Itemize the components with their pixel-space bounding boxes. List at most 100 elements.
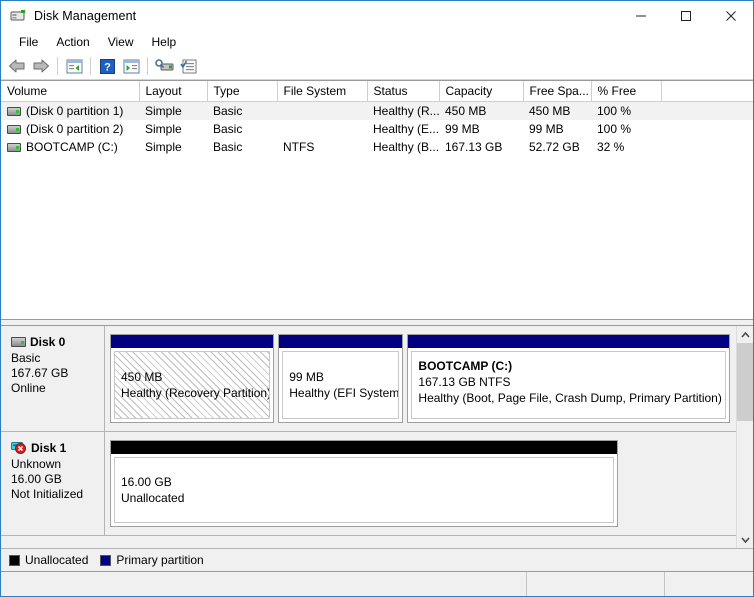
partition-unallocated-bar (111, 441, 617, 454)
disk-info-disk-0[interactable]: Disk 0 Basic 167.67 GB Online (1, 326, 105, 431)
cell-free-space: 52.72 GB (529, 140, 580, 154)
volume-drive-icon (7, 106, 21, 116)
toolbar: ? (1, 53, 753, 80)
disk-0-type: Basic (11, 351, 41, 365)
partition-recovery[interactable]: 450 MB Healthy (Recovery Partition) (110, 334, 275, 423)
minimize-button[interactable] (618, 1, 663, 31)
volume-list-pane[interactable]: Volume Layout Type File System Status Ca… (1, 80, 753, 319)
cell-file-system (277, 101, 367, 120)
disk-online-icon (11, 337, 26, 347)
column-header-filler[interactable] (661, 81, 753, 102)
menu-help[interactable]: Help (143, 33, 186, 52)
partition-efi-bar (279, 335, 403, 348)
cell-layout: Simple (139, 101, 207, 120)
back-button[interactable] (5, 55, 29, 77)
rescan-disks-button[interactable] (152, 55, 176, 77)
column-header-free-space[interactable]: Free Spa... (523, 81, 592, 102)
partition-efi-size: 99 MB (289, 370, 324, 384)
column-header-status[interactable]: Status (367, 81, 440, 102)
cell-percent-free: 100 % (591, 101, 661, 120)
volume-drive-icon (7, 124, 21, 134)
table-row[interactable]: (Disk 0 partition 1) Simple Basic Health… (1, 101, 753, 120)
partition-unallocated[interactable]: 16.00 GB Unallocated (110, 440, 618, 527)
disk-0-name: Disk 0 (30, 335, 66, 349)
cell-filler (661, 138, 753, 156)
maximize-button[interactable] (663, 1, 708, 31)
volume-table: Volume Layout Type File System Status Ca… (1, 81, 753, 156)
graphical-disk-pane: Disk 0 Basic 167.67 GB Online 450 MB Hea… (1, 326, 753, 571)
cell-layout: Simple (145, 122, 182, 136)
partition-bootcamp-label: BOOTCAMP (C:) (418, 359, 513, 373)
properties-button[interactable] (176, 55, 200, 77)
legend: Unallocated Primary partition (1, 548, 753, 571)
cell-file-system (277, 120, 367, 138)
disk-0-title: Disk 0 (11, 335, 104, 349)
column-header-type[interactable]: Type (207, 81, 278, 102)
cell-volume: (Disk 0 partition 2) (1, 120, 139, 138)
cell-volume: (Disk 0 partition 1) (1, 101, 139, 120)
disk-0-partitions: 450 MB Healthy (Recovery Partition) 99 M… (105, 326, 736, 431)
column-header-percent-free[interactable]: % Free (591, 81, 662, 102)
legend-item-primary-partition: Primary partition (100, 553, 204, 567)
scrollbar-track[interactable] (737, 343, 753, 531)
scrollbar-down-arrow[interactable] (737, 531, 753, 548)
column-header-layout[interactable]: Layout (139, 81, 208, 102)
disk-row-disk-0[interactable]: Disk 0 Basic 167.67 GB Online 450 MB Hea… (1, 326, 736, 432)
cell-filler (661, 101, 753, 120)
cell-capacity: 167.13 GB (445, 140, 503, 154)
status-bar (1, 571, 753, 596)
title-bar: Disk Management (1, 1, 753, 31)
disk-info-disk-1[interactable]: Disk 1 Unknown 16.00 GB Not Initialized (1, 432, 105, 535)
toolbar-separator (57, 57, 58, 75)
status-pane-1 (1, 572, 527, 596)
cell-volume-label: (Disk 0 partition 2) (26, 122, 124, 136)
disk-row-disk-1[interactable]: Disk 1 Unknown 16.00 GB Not Initialized … (1, 432, 736, 536)
show-hide-console-tree-button[interactable] (62, 55, 86, 77)
forward-button[interactable] (29, 55, 53, 77)
partition-bootcamp-status: Healthy (Boot, Page File, Crash Dump, Pr… (418, 391, 722, 405)
column-header-capacity[interactable]: Capacity (439, 81, 524, 102)
cell-percent-free: 32 % (597, 140, 625, 154)
partition-recovery-bar (111, 335, 274, 348)
disk-1-capacity: 16.00 GB (11, 472, 62, 486)
partition-recovery-size: 450 MB (121, 370, 163, 384)
status-pane-3 (665, 572, 753, 596)
table-row[interactable]: (Disk 0 partition 2) Simple Basic Health… (1, 120, 753, 138)
legend-label-unallocated: Unallocated (25, 553, 89, 567)
cell-volume-label: BOOTCAMP (C:) (26, 140, 118, 154)
legend-item-unallocated: Unallocated (9, 553, 88, 567)
partition-bootcamp[interactable]: BOOTCAMP (C:) 167.13 GB NTFS Healthy (Bo… (407, 334, 730, 423)
disk-1-title: Disk 1 (11, 441, 104, 455)
cell-volume-label: (Disk 0 partition 1) (26, 104, 124, 118)
menu-file[interactable]: File (10, 33, 47, 52)
help-button[interactable]: ? (95, 55, 119, 77)
menu-view[interactable]: View (99, 33, 143, 52)
disk-0-capacity: 167.67 GB (11, 366, 69, 380)
column-header-volume[interactable]: Volume (1, 81, 140, 102)
disk-error-icon (11, 441, 27, 455)
pane-splitter[interactable] (1, 319, 753, 326)
cell-free-space: 450 MB (523, 101, 591, 120)
partition-bootcamp-body: BOOTCAMP (C:) 167.13 GB NTFS Healthy (Bo… (411, 351, 726, 419)
partition-recovery-status: Healthy (Recovery Partition) (121, 386, 271, 400)
graphical-pane-scrollbar[interactable] (736, 326, 753, 548)
disk-0-status: Online (11, 381, 46, 395)
menu-bar: File Action View Help (1, 31, 753, 53)
close-button[interactable] (708, 1, 753, 31)
cell-free-space: 99 MB (529, 122, 564, 136)
cell-file-system: NTFS (283, 140, 315, 154)
cell-capacity: 450 MB (439, 101, 523, 120)
cell-status: Healthy (B... (373, 140, 439, 154)
disk-1-type: Unknown (11, 457, 62, 471)
cell-status: Healthy (R... (367, 101, 439, 120)
menu-action[interactable]: Action (47, 33, 98, 52)
show-action-pane-button[interactable] (119, 55, 143, 77)
legend-swatch-unallocated (9, 554, 20, 566)
scrollbar-thumb[interactable] (737, 343, 753, 421)
disk-1-name: Disk 1 (31, 441, 67, 455)
disk-management-window: Disk Management File Action View Help ? … (0, 0, 754, 597)
partition-efi[interactable]: 99 MB Healthy (EFI System P (278, 334, 404, 423)
scrollbar-up-arrow[interactable] (737, 326, 753, 343)
table-row[interactable]: BOOTCAMP (C:) Simple Basic NTFS Healthy … (1, 138, 753, 156)
column-header-file-system[interactable]: File System (277, 81, 368, 102)
